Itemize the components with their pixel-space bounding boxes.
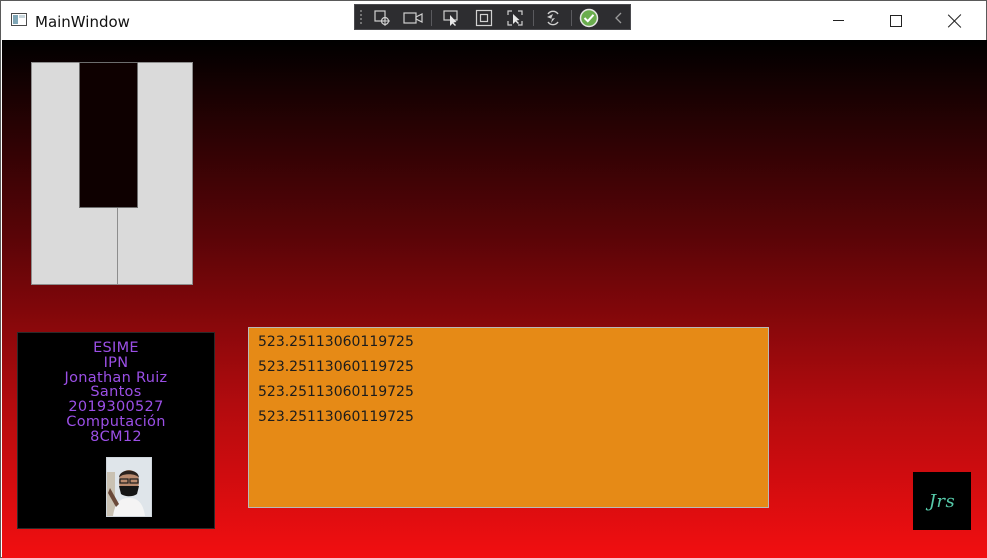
id-card-text: ESIME IPN Jonathan Ruiz Santos 201930052… <box>18 341 214 445</box>
close-icon <box>948 14 962 28</box>
id-line-school: ESIME <box>93 340 139 356</box>
check-icon[interactable] <box>578 8 600 27</box>
logo-text: Jrs <box>928 490 956 512</box>
profile-photo <box>106 457 152 517</box>
id-line-group: 8CM12 <box>90 428 142 445</box>
bounds-icon[interactable] <box>473 8 495 27</box>
toolbar-separator <box>571 10 572 26</box>
window-title: MainWindow <box>35 13 130 31</box>
video-icon[interactable] <box>402 8 424 27</box>
minimize-button[interactable] <box>809 1 867 40</box>
id-card: ESIME IPN Jonathan Ruiz Santos 201930052… <box>17 332 215 529</box>
cursor-select-icon[interactable] <box>440 8 462 27</box>
output-line: 523.25113060119725 <box>258 384 414 400</box>
id-line-career: Computación <box>66 413 166 430</box>
toolbar-separator <box>431 10 432 26</box>
select-element-icon[interactable] <box>371 8 393 27</box>
id-line-name: Jonathan Ruiz <box>64 369 168 386</box>
shape-panel <box>31 62 193 285</box>
shape-panel-dark-block <box>79 62 138 208</box>
main-window: MainWindow ESIME IPN Jonathan Ruiz Santo… <box>0 0 987 558</box>
maximize-button[interactable] <box>867 1 925 40</box>
toolbar-separator <box>533 10 534 26</box>
debug-toolbar <box>354 4 631 30</box>
title-bar[interactable]: MainWindow <box>1 1 986 40</box>
output-line: 523.25113060119725 <box>258 409 414 425</box>
id-line-institute: IPN <box>103 354 129 371</box>
drag-grip-icon[interactable] <box>359 9 363 26</box>
track-focus-icon[interactable] <box>504 8 526 27</box>
minimize-icon <box>832 20 844 21</box>
output-textbox[interactable]: 523.25113060119725 523.25113060119725 52… <box>248 327 769 508</box>
hot-reload-icon[interactable] <box>542 8 564 27</box>
close-button[interactable] <box>926 1 984 40</box>
app-icon <box>11 13 27 26</box>
collapse-icon[interactable] <box>608 8 630 27</box>
id-line-student-number: 2019300527 <box>68 399 164 416</box>
output-line: 523.25113060119725 <box>258 359 414 375</box>
shape-panel-divider <box>117 208 118 285</box>
client-area: ESIME IPN Jonathan Ruiz Santos 201930052… <box>2 40 987 558</box>
maximize-icon <box>890 14 902 27</box>
id-line-surname: Santos <box>90 384 142 401</box>
logo-badge: Jrs <box>913 472 971 530</box>
output-line: 523.25113060119725 <box>258 334 414 350</box>
